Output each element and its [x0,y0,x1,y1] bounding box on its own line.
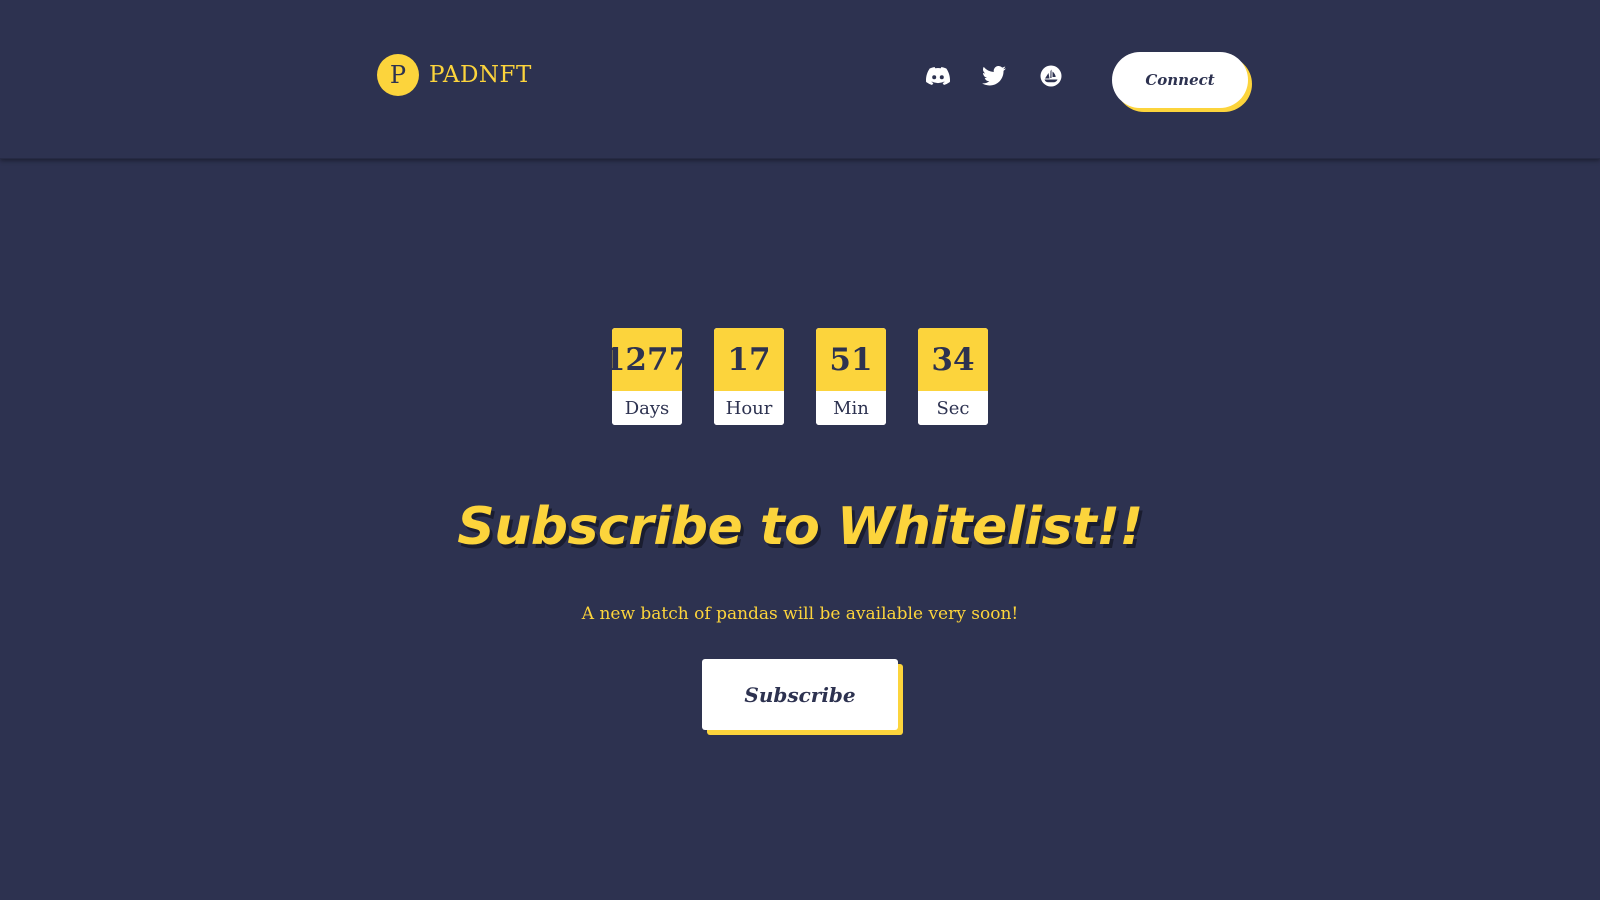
countdown-days-label: Days [612,391,682,425]
countdown-days-value: 1277 [612,328,682,391]
countdown-seconds: 34 Sec [918,328,988,425]
countdown-hours-label: Hour [714,391,784,425]
logo-icon: P [377,54,419,96]
countdown-minutes-value: 51 [816,328,886,391]
countdown-minutes: 51 Min [816,328,886,425]
logo[interactable]: P PADNFT [377,54,532,96]
logo-text: PADNFT [429,62,532,88]
countdown-hours: 17 Hour [714,328,784,425]
countdown-seconds-label: Sec [918,391,988,425]
site-header: P PADNFT Connect [0,0,1600,159]
countdown-seconds-value: 34 [918,328,988,391]
subscribe-button-group: Subscribe [702,659,904,735]
opensea-icon[interactable] [1038,64,1064,88]
connect-button-group: Connect [1112,52,1252,112]
countdown-minutes-label: Min [816,391,886,425]
page-title: Subscribe to Whitelist!! [457,497,1143,557]
twitter-icon[interactable] [981,64,1007,88]
countdown-hours-value: 17 [714,328,784,391]
connect-button[interactable]: Connect [1112,52,1248,108]
countdown-timer: 1277 Days 17 Hour 51 Min 34 Sec [612,328,988,425]
discord-icon[interactable] [925,64,951,88]
subscribe-button[interactable]: Subscribe [702,659,898,730]
hero-subtext: A new batch of pandas will be available … [581,604,1019,624]
countdown-days: 1277 Days [612,328,682,425]
